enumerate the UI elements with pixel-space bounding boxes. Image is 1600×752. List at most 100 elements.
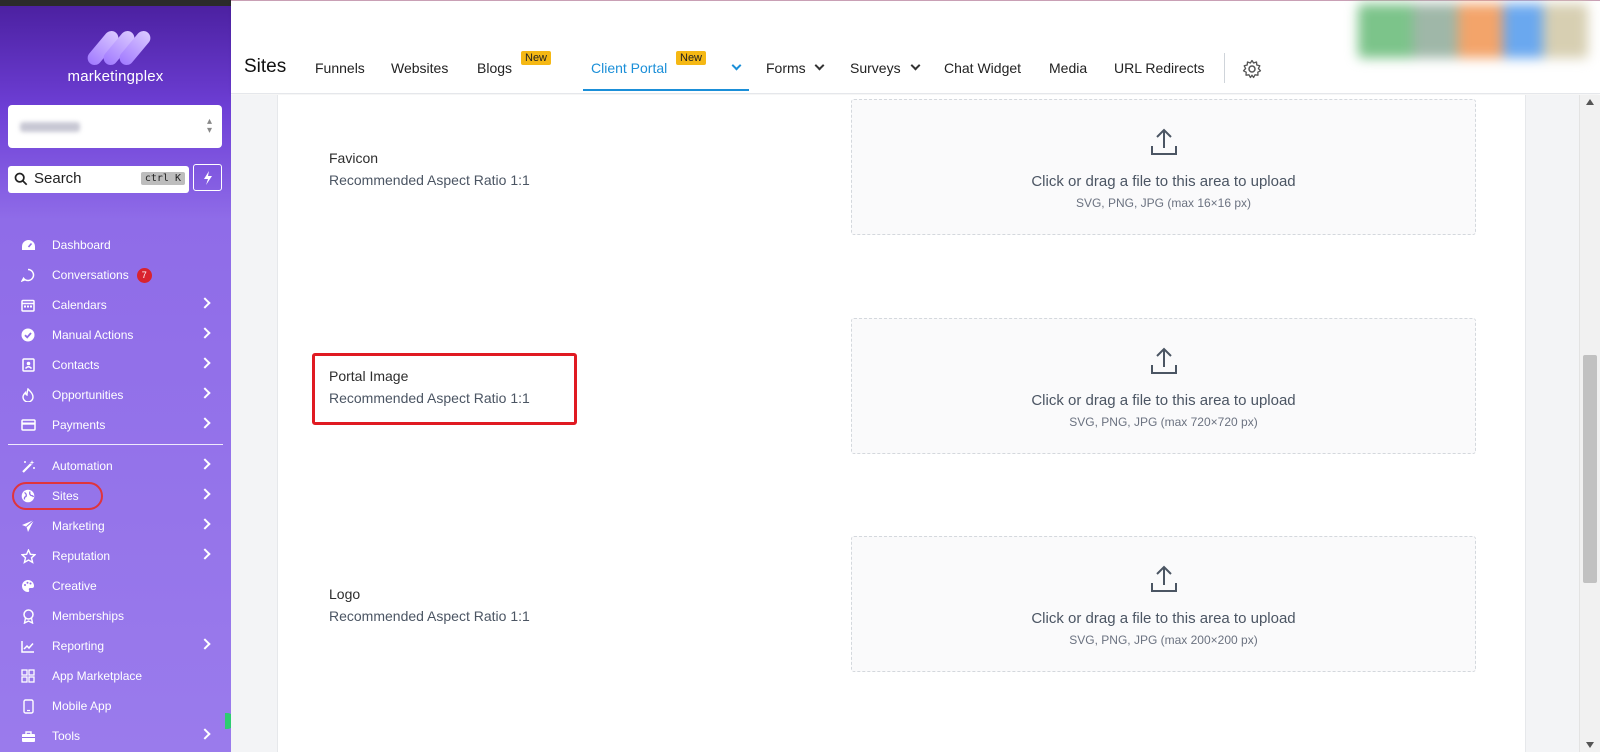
favicon-upload-dropzone[interactable]: Click or drag a file to this area to upl… xyxy=(851,99,1476,235)
scroll-down-arrow-icon[interactable] xyxy=(1586,742,1594,748)
chevron-right-icon xyxy=(199,488,211,500)
tab-surveys[interactable]: Surveys xyxy=(850,60,901,76)
upload-icon xyxy=(1151,347,1177,374)
phone-icon xyxy=(20,698,36,714)
tab-websites[interactable]: Websites xyxy=(391,60,448,76)
chevron-right-icon xyxy=(199,458,211,470)
award-icon xyxy=(20,608,36,624)
check-circle-icon xyxy=(20,327,36,343)
sidebar-item-conversations[interactable]: Conversations 7 xyxy=(0,260,231,290)
upload-label: Portal Image xyxy=(329,368,409,384)
chevron-right-icon xyxy=(199,357,211,369)
chart-icon xyxy=(20,638,36,654)
sidebar-item-creative[interactable]: Creative xyxy=(0,571,231,601)
sidebar-item-app-marketplace[interactable]: App Marketplace xyxy=(0,661,231,691)
search-label: Search xyxy=(34,170,82,187)
upload-icon xyxy=(1151,128,1177,155)
magic-wand-icon xyxy=(20,458,36,474)
chevron-right-icon xyxy=(199,728,211,740)
tab-forms[interactable]: Forms xyxy=(766,60,806,76)
sidebar-item-dashboard[interactable]: Dashboard xyxy=(0,230,231,260)
sidebar-item-reporting[interactable]: Reporting xyxy=(0,631,231,661)
sidebar-item-label: Creative xyxy=(52,579,97,593)
sidebar-item-label: Reporting xyxy=(52,639,105,653)
sidebar-item-label: Mobile App xyxy=(52,699,112,713)
tab-client-portal[interactable]: Client Portal xyxy=(591,60,667,76)
sidebar-item-memberships[interactable]: Memberships xyxy=(0,601,231,631)
tab-funnels[interactable]: Funnels xyxy=(315,60,365,76)
search-shortcut: ctrl K xyxy=(140,172,185,185)
brand-logo[interactable]: marketingplex xyxy=(0,28,231,85)
account-switcher[interactable]: ▴ ▾ xyxy=(8,105,222,148)
tab-chat-widget[interactable]: Chat Widget xyxy=(944,60,1021,76)
sidebar-item-payments[interactable]: Payments xyxy=(0,410,231,440)
gear-icon[interactable] xyxy=(1242,59,1262,79)
branding-settings-card: Favicon Recommended Aspect Ratio 1:1 Cli… xyxy=(277,95,1526,752)
scrollbar-thumb[interactable] xyxy=(1583,355,1597,583)
user-profile-area-redacted[interactable] xyxy=(1358,4,1588,58)
sidebar-item-opportunities[interactable]: Opportunities xyxy=(0,380,231,410)
sidebar-item-label: Calendars xyxy=(52,298,107,312)
brand-name: marketingplex xyxy=(67,68,164,85)
quick-actions-button[interactable] xyxy=(193,164,222,191)
sidebar-item-label: Contacts xyxy=(52,358,100,372)
sidebar-item-marketing[interactable]: Marketing xyxy=(0,511,231,541)
upload-instructions: Click or drag a file to this area to upl… xyxy=(1031,173,1296,190)
sidebar-item-automation[interactable]: Automation xyxy=(0,451,231,481)
grid-icon xyxy=(20,668,36,684)
chevron-right-icon xyxy=(199,638,211,650)
star-icon xyxy=(20,548,36,564)
tab-media[interactable]: Media xyxy=(1049,60,1087,76)
lightning-bolt-icon xyxy=(203,170,212,185)
chevron-down-icon[interactable] xyxy=(910,60,921,71)
up-down-chevron-icon: ▴ ▾ xyxy=(206,116,212,136)
sidebar-item-manual-actions[interactable]: Manual Actions xyxy=(0,320,231,350)
tab-blogs[interactable]: Blogs xyxy=(477,60,512,76)
upload-instructions: Click or drag a file to this area to upl… xyxy=(1031,392,1296,409)
contact-card-icon xyxy=(20,357,36,373)
sidebar-item-reputation[interactable]: Reputation xyxy=(0,541,231,571)
upload-instructions: Click or drag a file to this area to upl… xyxy=(1031,610,1296,627)
portal-image-upload-dropzone[interactable]: Click or drag a file to this area to upl… xyxy=(851,318,1476,454)
window-top-strip xyxy=(0,0,231,6)
sidebar-divider xyxy=(8,444,223,445)
sidebar-item-tools[interactable]: Tools xyxy=(0,721,231,751)
sidebar-item-mobile-app[interactable]: Mobile App xyxy=(0,691,231,721)
flame-icon xyxy=(20,387,36,403)
new-tag: New xyxy=(521,51,552,65)
sidebar-item-label: Tools xyxy=(52,729,81,743)
chat-bubble-icon xyxy=(20,267,36,283)
sidebar-item-label: Conversations xyxy=(52,268,129,282)
search-icon xyxy=(14,172,28,186)
sidebar-item-calendars[interactable]: Calendars xyxy=(0,290,231,320)
chevron-right-icon xyxy=(199,387,211,399)
sidebar: marketingplex ▴ ▾ Search ctrl K Dashboard… xyxy=(0,0,231,752)
tab-url-redirects[interactable]: URL Redirects xyxy=(1114,60,1205,76)
new-tag: New xyxy=(676,51,707,65)
calendar-icon xyxy=(20,297,36,313)
sidebar-item-contacts[interactable]: Contacts xyxy=(0,350,231,380)
sidebar-item-label: App Marketplace xyxy=(52,669,143,683)
upload-label: Favicon xyxy=(329,150,379,166)
sidebar-item-label: Reputation xyxy=(52,549,111,563)
scroll-up-arrow-icon[interactable] xyxy=(1586,99,1594,105)
logo-upload-dropzone[interactable]: Click or drag a file to this area to upl… xyxy=(851,536,1476,672)
chevron-down-icon[interactable] xyxy=(731,60,742,71)
sidebar-item-label: Automation xyxy=(52,459,113,473)
sidebar-item-label: Marketing xyxy=(52,519,105,533)
brand-mark-icon xyxy=(84,28,153,68)
palette-icon xyxy=(20,578,36,594)
chevron-right-icon xyxy=(199,297,211,309)
sidebar-item-sites[interactable]: Sites xyxy=(0,481,231,511)
tabs-divider xyxy=(1224,53,1225,83)
vertical-scrollbar[interactable] xyxy=(1579,95,1600,752)
chevron-down-icon[interactable] xyxy=(814,60,825,71)
search-input[interactable]: Search ctrl K xyxy=(8,166,189,193)
upload-aspect-ratio: Recommended Aspect Ratio 1:1 xyxy=(329,390,530,406)
main-content: Favicon Recommended Aspect Ratio 1:1 Cli… xyxy=(231,95,1579,752)
active-tab-indicator xyxy=(583,89,749,91)
sidebar-item-label: Opportunities xyxy=(52,388,124,402)
upload-aspect-ratio: Recommended Aspect Ratio 1:1 xyxy=(329,172,530,188)
upload-file-hint: SVG, PNG, JPG (max 16×16 px) xyxy=(1075,196,1252,210)
paper-plane-icon xyxy=(20,518,36,534)
